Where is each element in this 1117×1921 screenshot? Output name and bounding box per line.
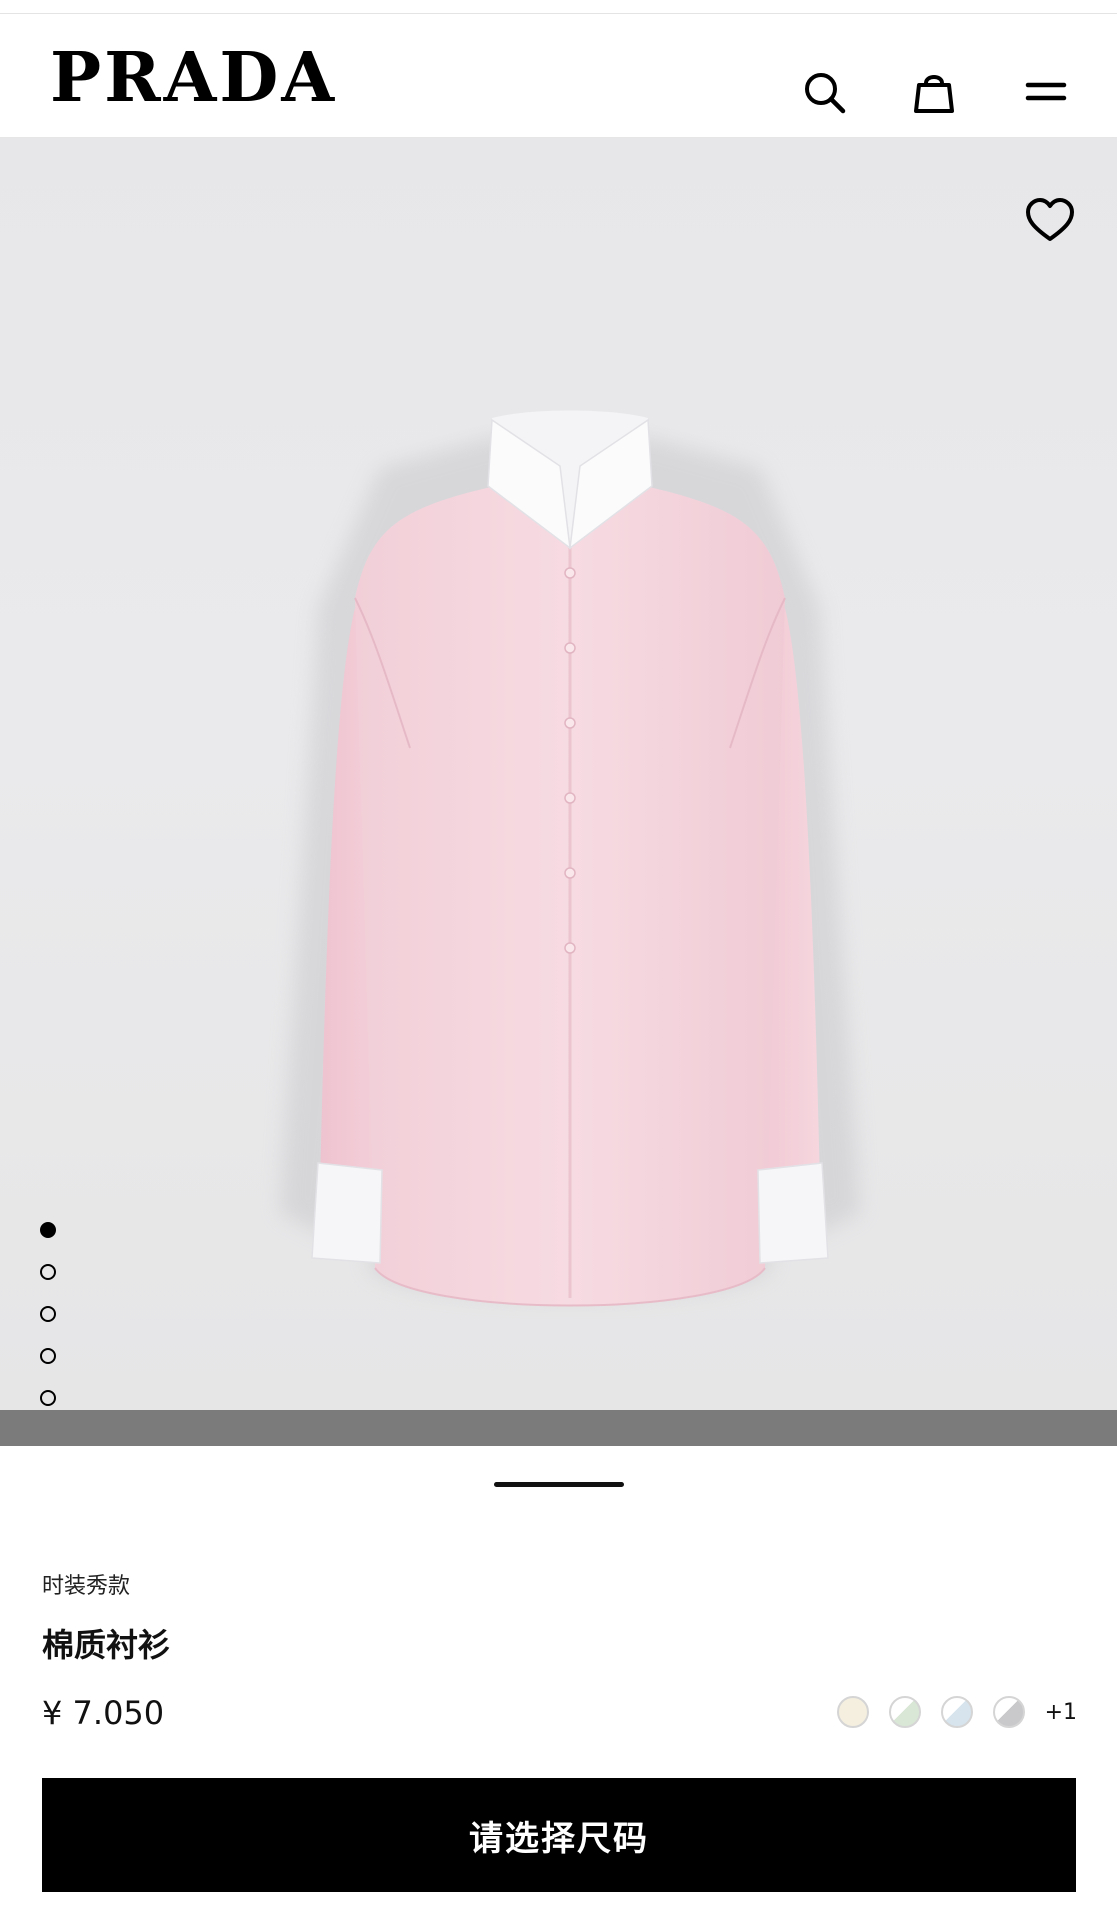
color-swatches: +1	[836, 1696, 1077, 1728]
search-button[interactable]	[796, 64, 852, 120]
gallery-overlay-band	[0, 1410, 1117, 1446]
color-swatch[interactable]	[940, 1696, 973, 1728]
gallery-dot[interactable]	[40, 1306, 56, 1322]
status-strip	[0, 0, 1117, 14]
bag-icon	[914, 75, 954, 113]
heart-icon	[1026, 198, 1074, 241]
product-price: ¥ 7.050	[42, 1694, 165, 1732]
product-name: 棉质衬衫	[42, 1626, 171, 1664]
more-colors-link[interactable]: +1	[1045, 1700, 1077, 1725]
product-info-sheet: 时装秀款 棉质衬衫 ¥ 7.050 +1 请选择尺码	[0, 1446, 1117, 1921]
gallery-dot[interactable]	[40, 1264, 56, 1280]
product-gallery[interactable]	[0, 138, 1117, 1410]
product-tag: 时装秀款	[42, 1574, 131, 1599]
gallery-dot[interactable]	[40, 1222, 56, 1238]
shirt-illustration	[280, 410, 860, 1307]
bag-button[interactable]	[906, 64, 962, 120]
product-image	[260, 308, 880, 1410]
color-swatch[interactable]	[836, 1696, 869, 1728]
color-swatch[interactable]	[992, 1696, 1025, 1728]
menu-button[interactable]	[1018, 64, 1074, 120]
select-size-button[interactable]: 请选择尺码	[42, 1778, 1076, 1892]
sheet-drag-handle[interactable]	[494, 1482, 624, 1487]
gallery-dot[interactable]	[40, 1390, 56, 1406]
brand-logo[interactable]: PRADA	[50, 44, 337, 112]
product-page: PRADA 时装秀款 棉质衬衫 ¥ 7.050 +1 请选择尺码	[0, 0, 1117, 1921]
favorite-button[interactable]	[1023, 194, 1077, 248]
menu-icon	[1025, 82, 1067, 101]
gallery-dot[interactable]	[40, 1348, 56, 1364]
search-icon	[805, 73, 846, 114]
color-swatch[interactable]	[888, 1696, 921, 1728]
gallery-pagination	[40, 1222, 56, 1410]
site-header: PRADA	[0, 14, 1117, 138]
